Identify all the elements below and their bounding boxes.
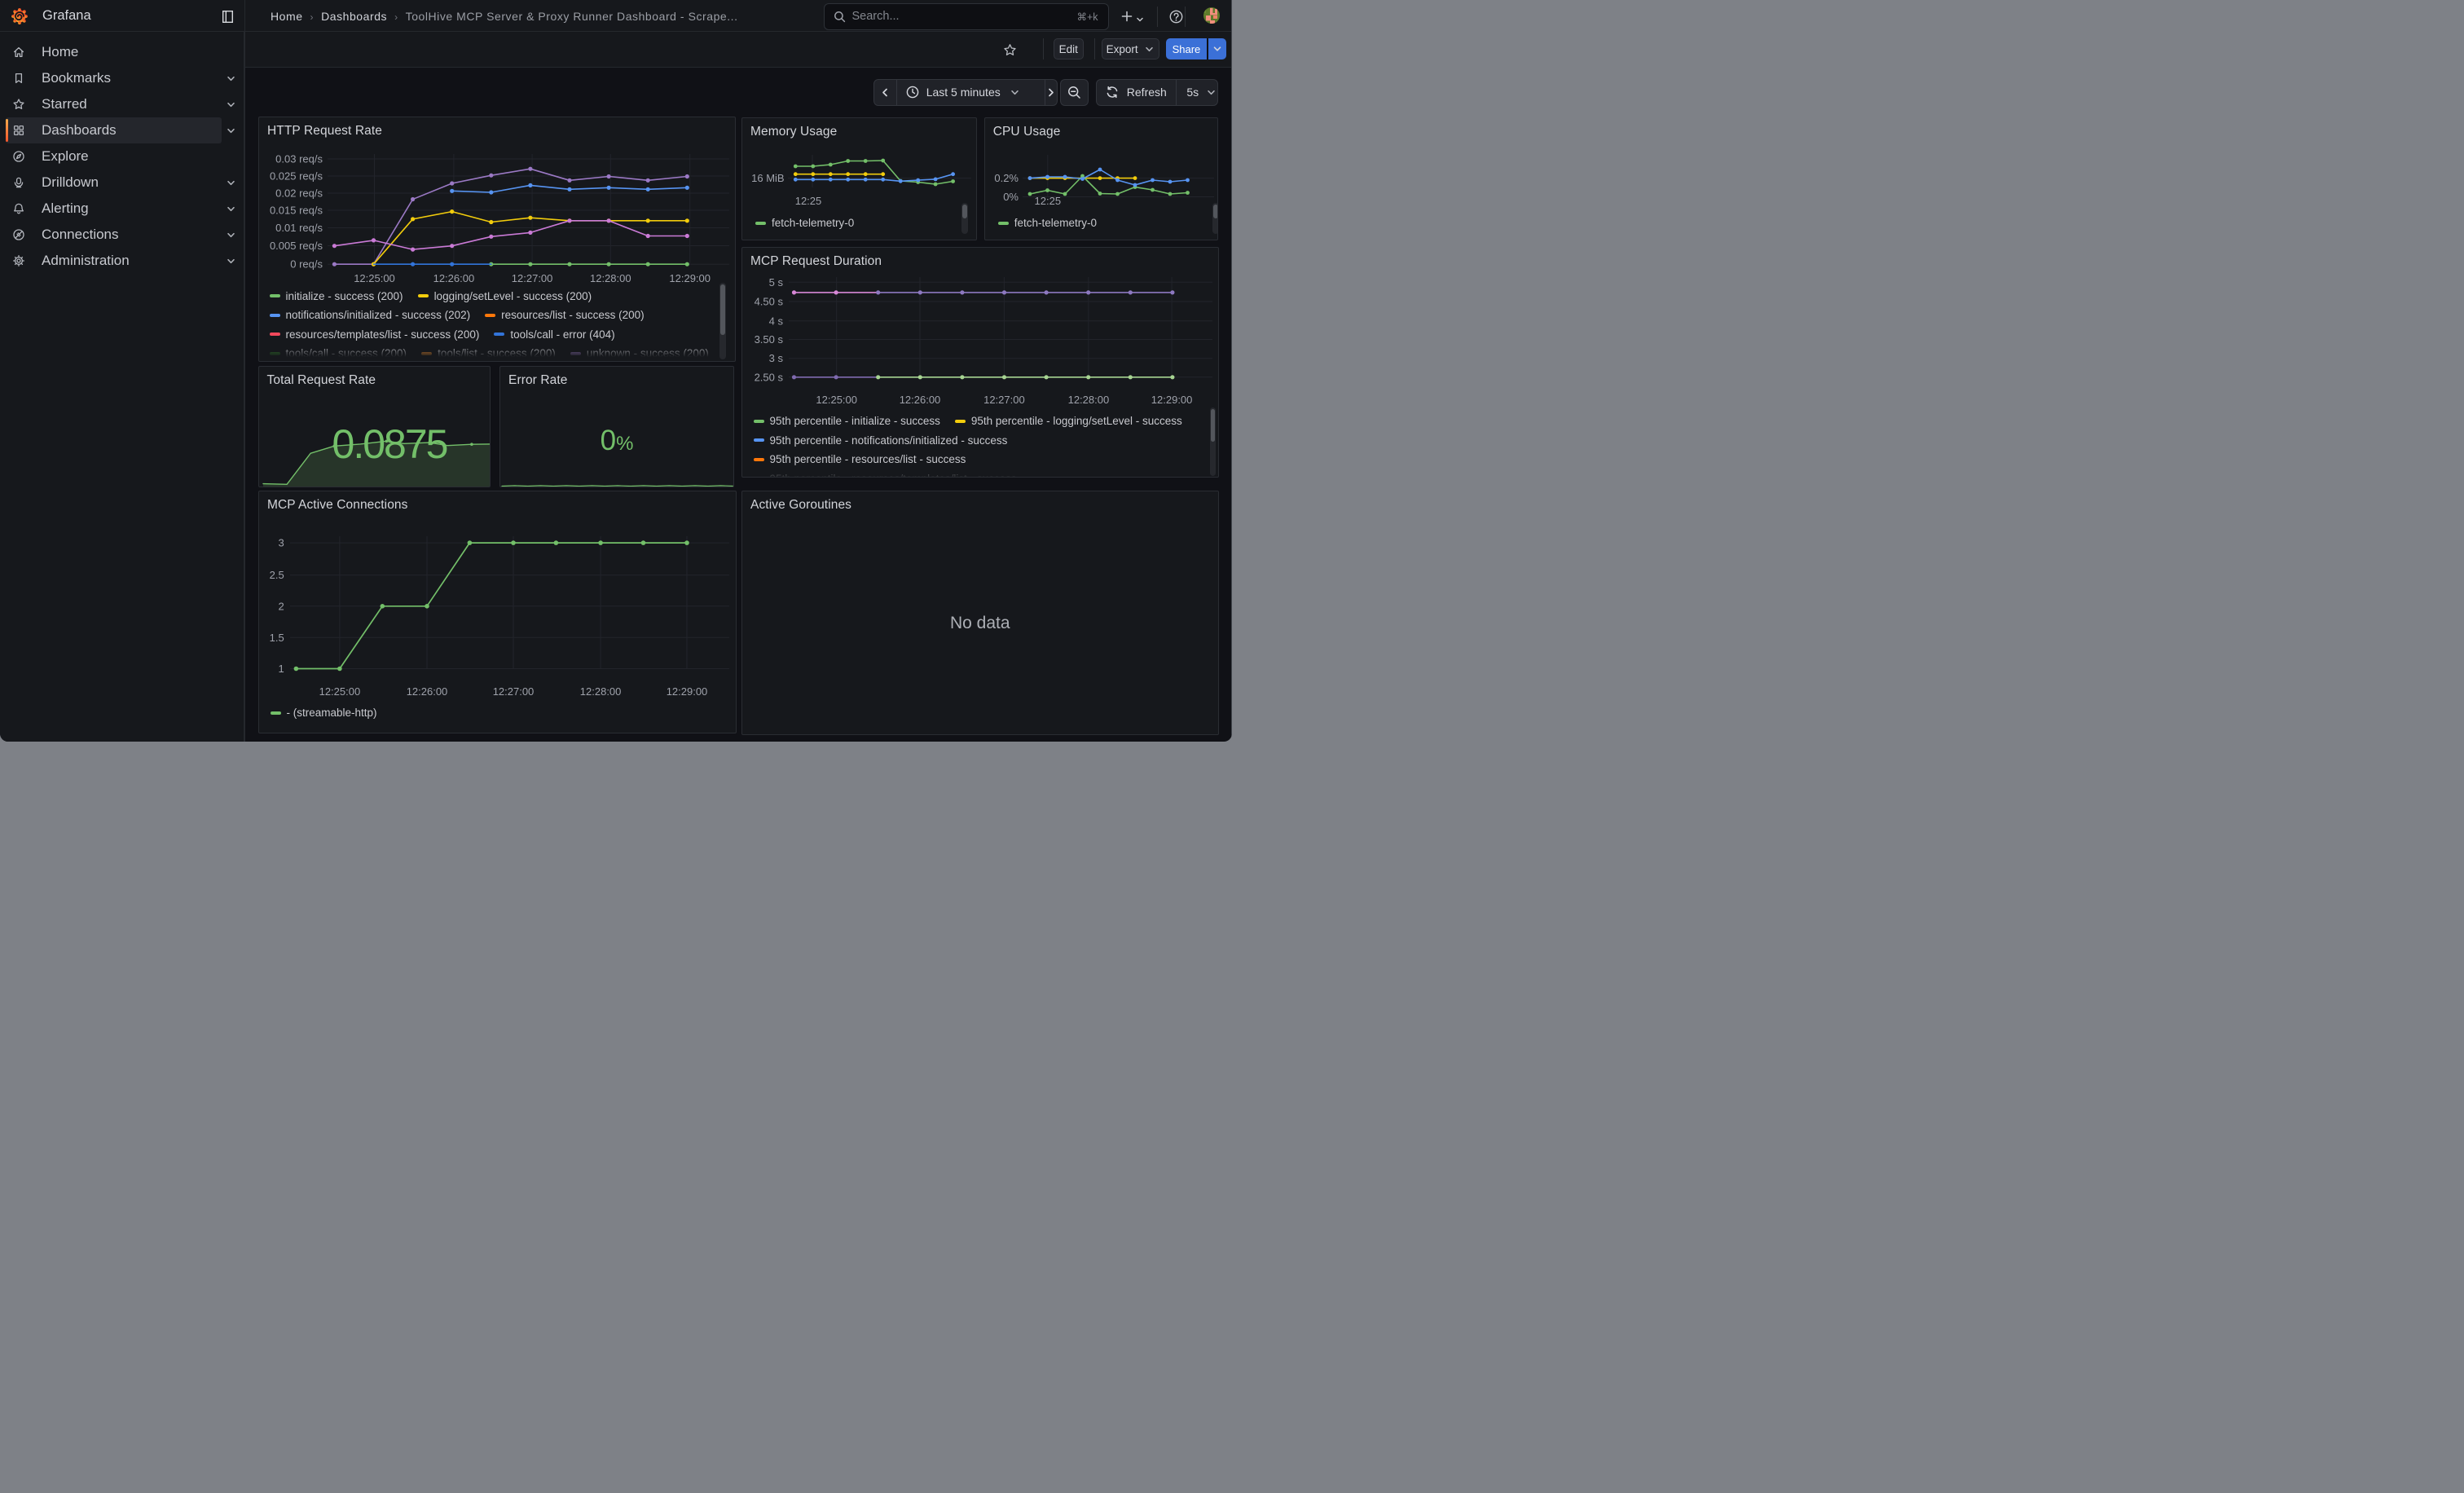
- svg-text:12:29:00: 12:29:00: [1151, 394, 1193, 406]
- svg-text:2.50 s: 2.50 s: [755, 371, 784, 383]
- svg-text:12:28:00: 12:28:00: [580, 685, 622, 698]
- svg-text:16 MiB: 16 MiB: [751, 172, 784, 184]
- svg-text:12:29:00: 12:29:00: [669, 272, 711, 284]
- svg-text:12:27:00: 12:27:00: [983, 394, 1025, 406]
- svg-text:3: 3: [278, 537, 284, 549]
- svg-text:4.50 s: 4.50 s: [755, 295, 784, 307]
- svg-text:0.025 req/s: 0.025 req/s: [270, 170, 323, 183]
- svg-text:12:28:00: 12:28:00: [590, 272, 631, 284]
- svg-text:12:29:00: 12:29:00: [667, 685, 708, 698]
- svg-text:0.01 req/s: 0.01 req/s: [275, 222, 323, 234]
- svg-text:0%: 0%: [1003, 191, 1019, 203]
- svg-text:12:25: 12:25: [1034, 195, 1061, 207]
- svg-text:0.015 req/s: 0.015 req/s: [270, 205, 323, 217]
- svg-text:5 s: 5 s: [769, 275, 784, 288]
- svg-text:12:26:00: 12:26:00: [433, 272, 475, 284]
- svg-text:0.2%: 0.2%: [994, 172, 1019, 184]
- svg-text:0.02 req/s: 0.02 req/s: [275, 187, 323, 200]
- svg-text:12:25: 12:25: [795, 195, 822, 207]
- svg-text:1: 1: [278, 663, 284, 675]
- svg-text:12:26:00: 12:26:00: [407, 685, 448, 698]
- svg-text:4 s: 4 s: [769, 315, 784, 327]
- svg-text:12:25:00: 12:25:00: [354, 272, 395, 284]
- svg-text:0.03 req/s: 0.03 req/s: [275, 153, 323, 165]
- svg-text:12:27:00: 12:27:00: [512, 272, 553, 284]
- svg-text:12:28:00: 12:28:00: [1068, 394, 1110, 406]
- svg-text:12:26:00: 12:26:00: [900, 394, 941, 406]
- svg-text:0 req/s: 0 req/s: [290, 258, 323, 271]
- svg-text:12:27:00: 12:27:00: [493, 685, 535, 698]
- svg-text:12:25:00: 12:25:00: [319, 685, 361, 698]
- svg-text:2: 2: [278, 600, 284, 612]
- svg-text:1.5: 1.5: [270, 632, 284, 644]
- svg-text:2.5: 2.5: [270, 569, 284, 581]
- svg-text:3.50 s: 3.50 s: [755, 333, 784, 346]
- svg-text:3 s: 3 s: [769, 352, 784, 364]
- svg-text:0.005 req/s: 0.005 req/s: [270, 240, 323, 252]
- svg-text:12:25:00: 12:25:00: [816, 394, 857, 406]
